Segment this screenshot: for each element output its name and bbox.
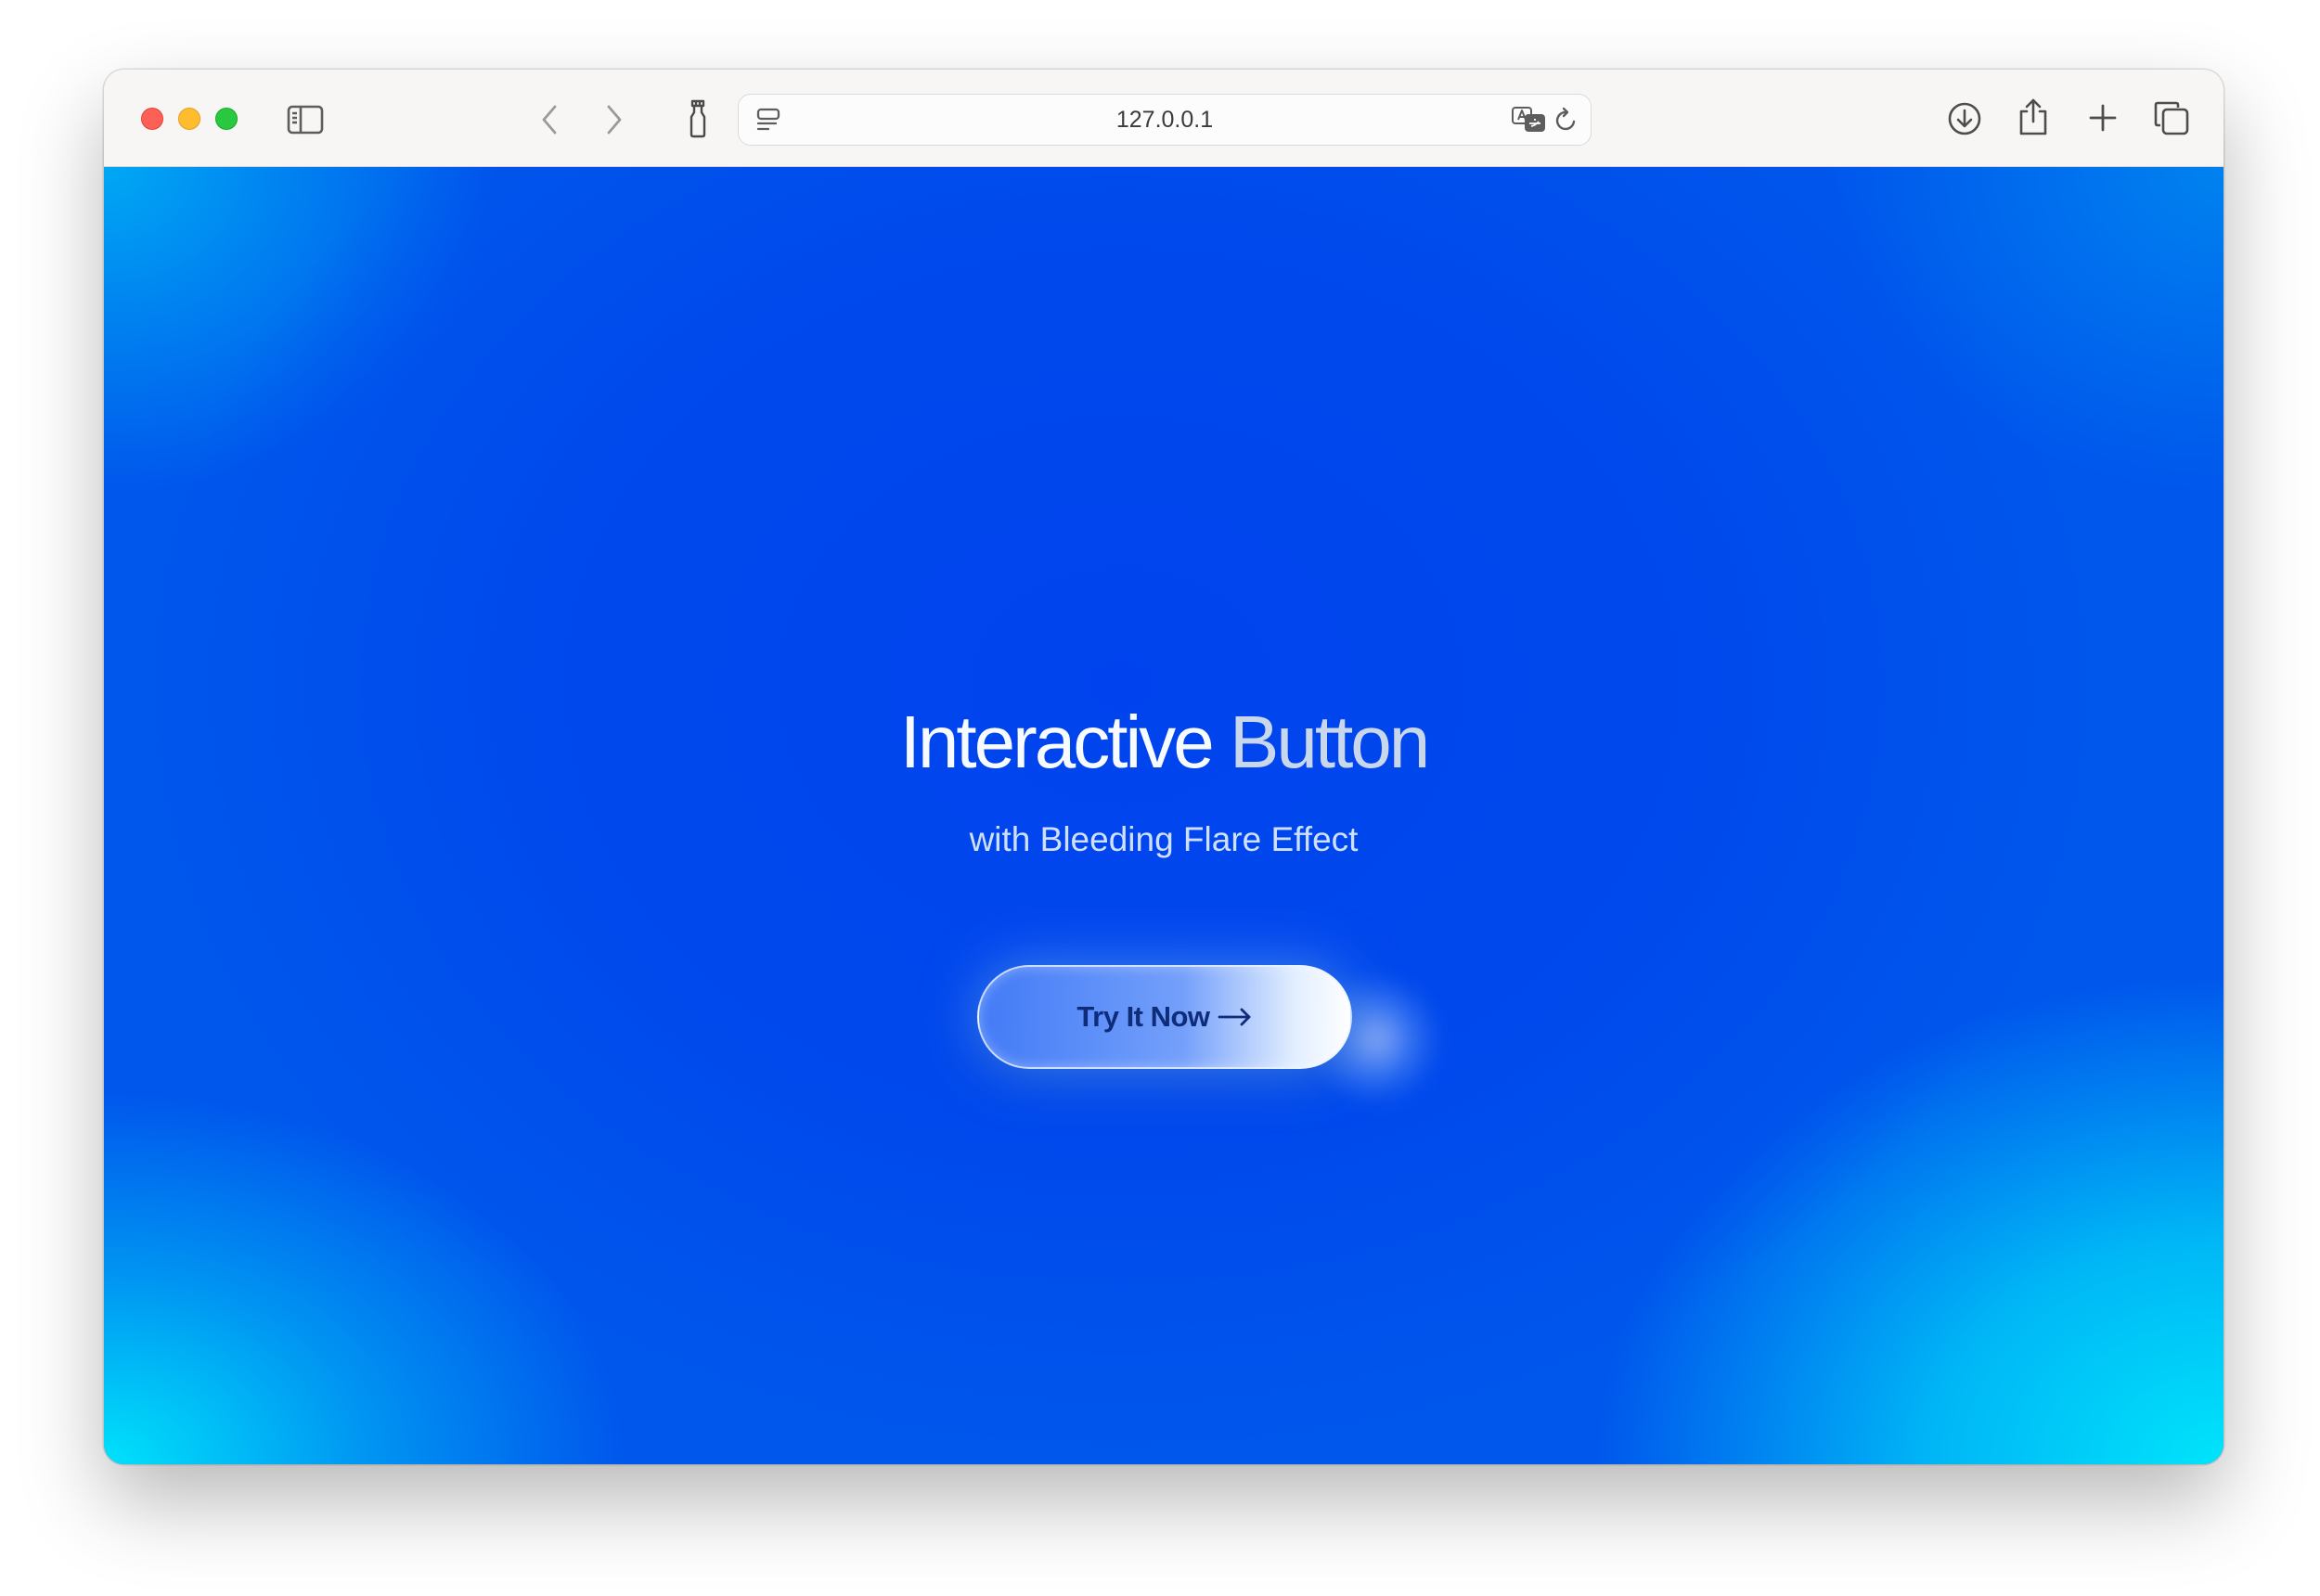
address-text[interactable]: 127.0.0.1 (739, 95, 1591, 147)
browser-toolbar: 127.0.0.1 (104, 70, 2223, 167)
new-tab-icon[interactable] (2084, 99, 2121, 136)
tab-overview-icon[interactable] (2151, 97, 2192, 138)
minimize-window-button[interactable] (178, 108, 200, 130)
download-icon[interactable] (1945, 99, 1984, 138)
reload-icon[interactable] (1550, 103, 1583, 136)
title-word-button: Button (1230, 701, 1430, 783)
share-icon[interactable] (2014, 94, 2053, 140)
try-it-now-button[interactable]: Try It Now (977, 965, 1352, 1069)
extension-icon[interactable] (679, 97, 716, 140)
title-word-interactive: Interactive (899, 701, 1215, 783)
page-title: Interactive Button (104, 696, 2223, 789)
cta-label: Try It Now (1076, 1000, 1210, 1033)
translate-icon[interactable] (1509, 103, 1550, 136)
browser-window: 127.0.0.1 Interactive Button with Bleedi… (104, 70, 2223, 1464)
sidebar-icon[interactable] (285, 101, 326, 138)
maximize-window-button[interactable] (215, 108, 238, 130)
arrow-right-icon (1218, 1007, 1253, 1027)
page-content: Interactive Button with Bleeding Flare E… (104, 167, 2223, 1464)
forward-icon[interactable] (596, 101, 633, 138)
back-icon[interactable] (531, 101, 568, 138)
address-bar[interactable]: 127.0.0.1 (738, 94, 1592, 146)
close-window-button[interactable] (141, 108, 163, 130)
page-subtitle: with Bleeding Flare Effect (969, 820, 1359, 858)
